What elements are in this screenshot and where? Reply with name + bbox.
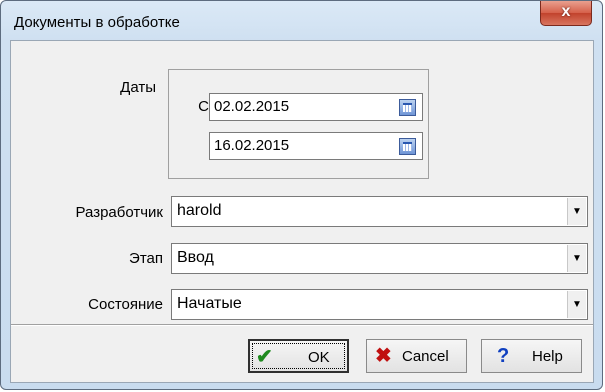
date-from-calendar-icon[interactable] xyxy=(399,99,416,116)
state-value: Начатые xyxy=(177,295,242,312)
ok-button[interactable]: ✔ OK xyxy=(248,339,349,373)
question-icon: ? xyxy=(497,345,510,367)
title-bar[interactable]: Документы в обработке x xyxy=(1,1,602,41)
developer-value: harold xyxy=(177,202,222,219)
stage-value: Ввод xyxy=(177,249,214,266)
help-button[interactable]: ? Help xyxy=(481,339,582,373)
dates-group-frame: С 02.02.2015 ПО 16.02.2015 xyxy=(168,69,429,179)
date-to-calendar-icon[interactable] xyxy=(399,138,416,155)
dialog-body: Даты С 02.02.2015 ПО 16.02.2015 Разработ… xyxy=(10,40,594,383)
window-title: Документы в обработке xyxy=(14,14,180,31)
dialog-window: Документы в обработке x Даты С 02.02.201… xyxy=(0,0,603,390)
state-label: Состояние xyxy=(88,296,163,313)
developer-label: Разработчик xyxy=(75,204,163,221)
chevron-down-icon[interactable]: ▼ xyxy=(567,245,586,272)
check-icon: ✔ xyxy=(256,346,273,368)
state-select[interactable]: Начатые ▼ xyxy=(171,289,588,320)
cross-icon: ✖ xyxy=(375,345,392,367)
close-icon: x xyxy=(561,3,571,20)
developer-select[interactable]: harold ▼ xyxy=(171,196,588,227)
footer-divider xyxy=(11,324,593,326)
cancel-button[interactable]: ✖ Cancel xyxy=(366,339,467,373)
help-button-label: Help xyxy=(532,348,563,365)
date-to-value: 16.02.2015 xyxy=(214,137,290,154)
date-from-label: С xyxy=(198,98,209,115)
date-from-value: 02.02.2015 xyxy=(214,98,290,115)
close-button[interactable]: x xyxy=(540,1,592,26)
date-to-field[interactable]: 16.02.2015 xyxy=(209,132,423,160)
ok-button-label: OK xyxy=(308,349,330,366)
cancel-button-label: Cancel xyxy=(402,348,449,365)
stage-select[interactable]: Ввод ▼ xyxy=(171,243,588,274)
date-from-field[interactable]: 02.02.2015 xyxy=(209,93,423,121)
chevron-down-icon[interactable]: ▼ xyxy=(567,291,586,318)
stage-label: Этап xyxy=(129,250,163,267)
chevron-down-icon[interactable]: ▼ xyxy=(567,198,586,225)
dates-group-label: Даты xyxy=(120,79,156,96)
